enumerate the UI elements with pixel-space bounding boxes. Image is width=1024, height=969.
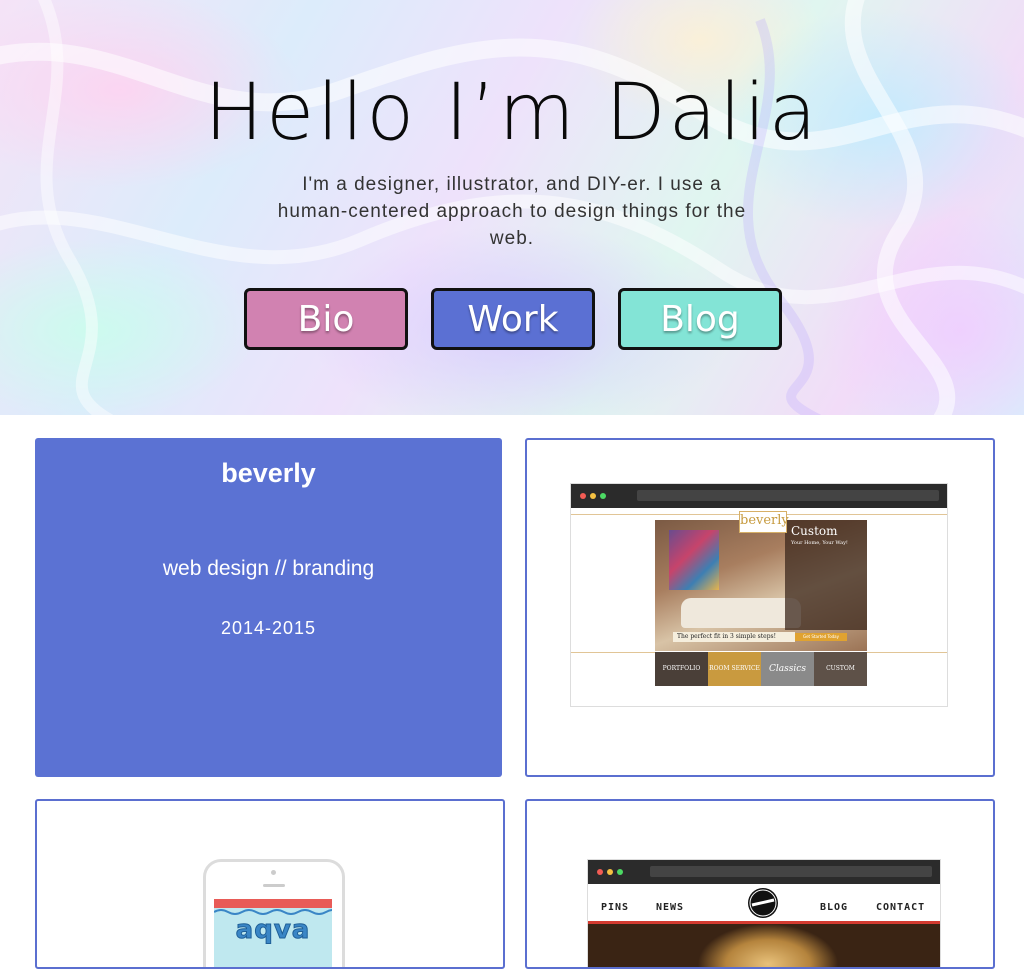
wall-art-image — [669, 530, 719, 590]
tile-portfolio: PORTFOLIO — [655, 652, 708, 686]
beverly-hero-image: Custom Your Home, Your Way! The perfect … — [655, 520, 867, 651]
beverly-category-tiles: PORTFOLIO ROOM SERVICE Classics CUSTOM — [655, 652, 867, 686]
project-name: beverly — [221, 458, 316, 488]
promo-heading: Custom — [791, 524, 838, 538]
beverly-logo: beverly — [739, 511, 789, 533]
promo-subheading: Your Home, Your Way! — [791, 540, 848, 546]
phone-screen: aqva — [214, 899, 332, 967]
tile-classics: Classics — [761, 652, 814, 686]
project-card-beverly-info[interactable]: beverly web design // branding 2014-2015 — [35, 438, 502, 777]
work-button[interactable]: Work — [431, 288, 595, 350]
nav-news: NEWS — [656, 902, 685, 913]
nav-pins: PINS — [601, 902, 630, 913]
browser-mockup: PINS NEWS BLOG CONTACT — [588, 860, 940, 967]
tile-room-service: ROOM SERVICE — [708, 652, 761, 686]
page-title: Hello I’m Dalia — [204, 68, 820, 158]
hero-banner: Hello I’m Dalia I'm a designer, illustra… — [0, 0, 1024, 415]
phone-camera — [271, 870, 276, 875]
browser-mockup: Custom Your Home, Your Way! The perfect … — [571, 484, 947, 706]
project-card-band[interactable]: PINS NEWS BLOG CONTACT — [525, 799, 995, 969]
browser-toolbar — [571, 484, 947, 508]
minimize-dot-icon — [590, 493, 596, 499]
close-dot-icon — [597, 869, 603, 875]
get-started-button: Get Started Today — [795, 633, 847, 641]
project-card-beverly-preview[interactable]: Custom Your Home, Your Way! The perfect … — [525, 438, 995, 777]
tile-custom: CUSTOM — [814, 652, 867, 686]
phone-speaker — [263, 884, 285, 887]
promo-strip: The perfect fit in 3 simple steps! — [673, 632, 795, 642]
sofa-image — [681, 598, 801, 628]
project-years: 2014-2015 — [220, 618, 317, 638]
band-hero-image — [588, 924, 940, 967]
phone-mockup: aqva — [203, 859, 345, 967]
url-bar — [637, 490, 939, 501]
blog-button[interactable]: Blog — [618, 288, 782, 350]
close-dot-icon — [580, 493, 586, 499]
intro-text: I'm a designer, illustrator, and DIY-er.… — [277, 174, 747, 249]
bio-button[interactable]: Bio — [244, 288, 408, 350]
url-bar — [650, 866, 932, 877]
project-card-aqva[interactable]: aqva — [35, 799, 505, 969]
aqva-logo: aqva — [235, 915, 311, 946]
minimize-dot-icon — [607, 869, 613, 875]
maximize-dot-icon — [617, 869, 623, 875]
maximize-dot-icon — [600, 493, 606, 499]
beverly-promo-panel: Custom Your Home, Your Way! — [785, 520, 867, 630]
nav-contact: CONTACT — [876, 902, 926, 913]
band-logo-icon — [748, 888, 778, 918]
project-tags: web design // branding — [162, 557, 375, 580]
nav-blog: BLOG — [820, 902, 849, 913]
browser-toolbar — [588, 860, 940, 884]
